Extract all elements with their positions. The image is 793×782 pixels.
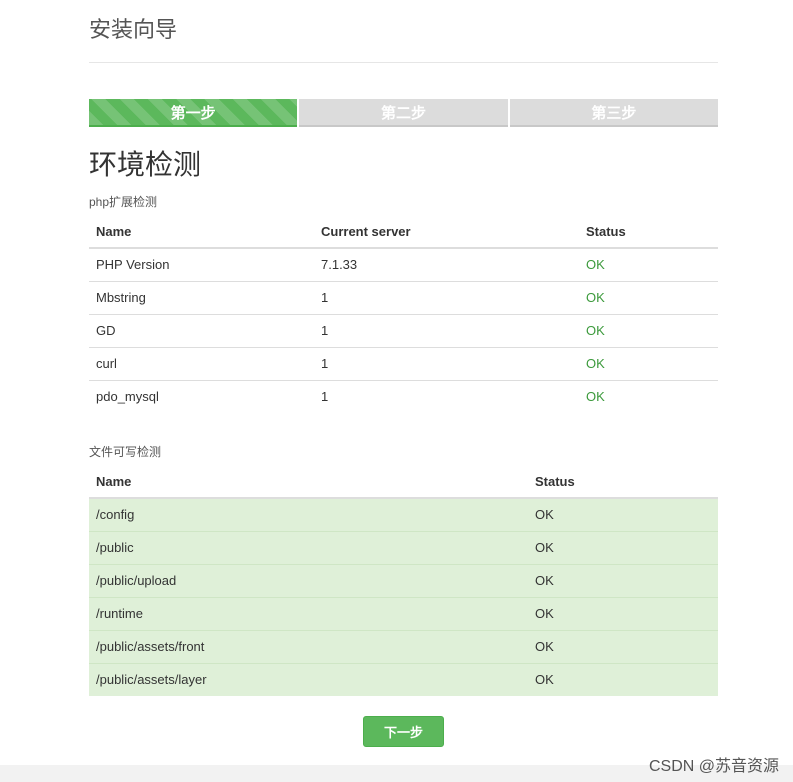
cell-status: OK: [528, 629, 718, 663]
table-header-row: Name Status: [89, 465, 718, 499]
cell-path: /public/assets/front: [89, 629, 528, 663]
page-title: 安装向导: [89, 17, 178, 42]
cell-path: /public: [89, 530, 528, 564]
step-1: 第一步: [89, 99, 298, 127]
cell-status: OK: [528, 596, 718, 630]
cell-name: Mbstring: [89, 280, 314, 315]
cell-status: OK: [579, 280, 718, 315]
column-header-name: Name: [89, 215, 314, 249]
step-2: 第二步: [299, 99, 508, 127]
cell-current: 1: [314, 346, 579, 381]
cell-status: OK: [528, 530, 718, 564]
table-row: /config OK: [89, 498, 718, 531]
table-row: /public OK: [89, 530, 718, 564]
cell-current: 1: [314, 280, 579, 315]
php-ext-heading: php扩展检测: [89, 195, 158, 209]
table-row: /public/assets/layer OK: [89, 662, 718, 696]
cell-current: 1: [314, 379, 579, 413]
php-ext-table: Name Current server Status PHP Version 7…: [89, 215, 718, 413]
watermark: CSDN @苏音资源: [648, 758, 779, 775]
cell-status: OK: [579, 313, 718, 348]
table-row: /public/assets/front OK: [89, 629, 718, 663]
step-progress-bar: 第一步 第二步 第三步: [89, 99, 718, 127]
table-header-row: Name Current server Status: [89, 215, 718, 249]
cell-status: OK: [579, 248, 718, 282]
cell-status: OK: [579, 379, 718, 413]
cell-name: GD: [89, 313, 314, 348]
column-header-name: Name: [89, 465, 528, 499]
title-divider: [89, 62, 718, 63]
cell-path: /runtime: [89, 596, 528, 630]
table-row: curl 1 OK: [89, 346, 718, 381]
table-row: Mbstring 1 OK: [89, 280, 718, 315]
table-row: /runtime OK: [89, 596, 718, 630]
table-row: GD 1 OK: [89, 313, 718, 348]
section-title: 环境检测: [89, 149, 202, 180]
table-row: PHP Version 7.1.33 OK: [89, 248, 718, 282]
table-row: pdo_mysql 1 OK: [89, 379, 718, 413]
cell-name: pdo_mysql: [89, 379, 314, 413]
cell-status: OK: [528, 662, 718, 696]
cell-status: OK: [579, 346, 718, 381]
cell-status: OK: [528, 563, 718, 597]
column-header-current-server: Current server: [314, 215, 579, 249]
cell-status: OK: [528, 498, 718, 531]
step-3: 第三步: [509, 99, 718, 127]
column-header-status: Status: [528, 465, 718, 499]
cell-path: /config: [89, 498, 528, 531]
cell-name: PHP Version: [89, 248, 314, 282]
table-row: /public/upload OK: [89, 563, 718, 597]
file-perm-heading: 文件可写检测: [89, 445, 162, 459]
cell-path: /public/upload: [89, 563, 528, 597]
cell-current: 7.1.33: [314, 248, 579, 282]
next-step-button[interactable]: 下一步: [363, 716, 444, 747]
file-perm-table: Name Status /config OK /public OK /publi…: [89, 465, 718, 696]
column-header-status: Status: [579, 215, 718, 249]
cell-name: curl: [89, 346, 314, 381]
cell-path: /public/assets/layer: [89, 662, 528, 696]
cell-current: 1: [314, 313, 579, 348]
